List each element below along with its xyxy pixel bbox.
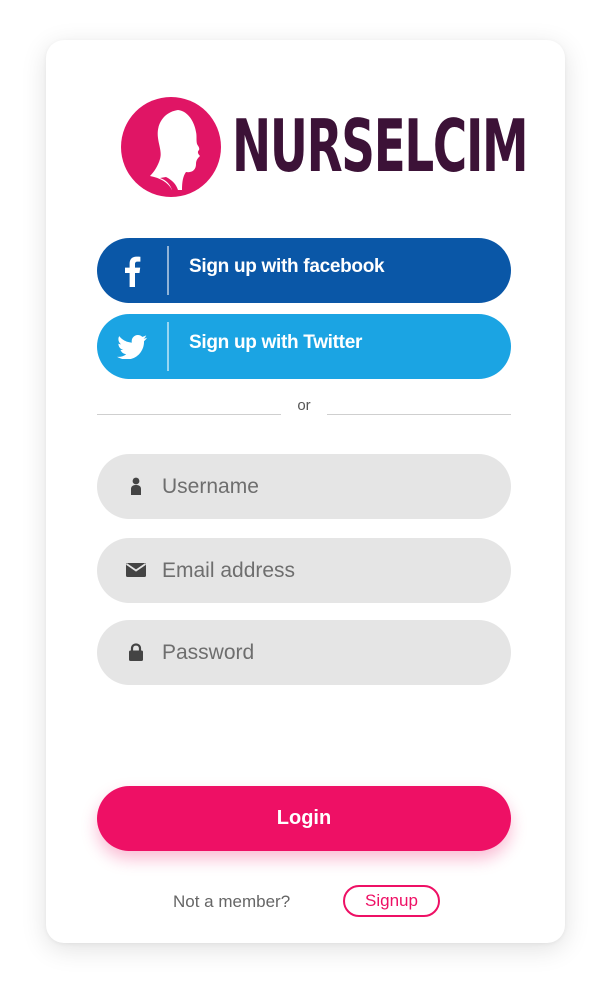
- divider-text: or: [297, 397, 311, 414]
- facebook-icon: [97, 238, 167, 303]
- password-input[interactable]: [162, 620, 492, 685]
- email-input[interactable]: [162, 538, 492, 603]
- lock-icon: [125, 641, 147, 663]
- or-divider: or: [97, 396, 511, 418]
- brand-logo: NURSELCIM: [120, 96, 529, 198]
- signup-footer: Not a member? Signup: [0, 884, 610, 920]
- signup-button[interactable]: Signup: [343, 885, 440, 917]
- facebook-signup-label: Sign up with facebook: [189, 256, 385, 277]
- twitter-icon: [97, 314, 167, 379]
- password-field: [97, 620, 511, 685]
- email-field: [97, 538, 511, 603]
- button-separator: [167, 322, 169, 371]
- brand-name: NURSELCIM: [232, 104, 529, 188]
- button-separator: [167, 246, 169, 295]
- divider-line-left: [97, 414, 281, 415]
- login-button[interactable]: Login: [97, 786, 511, 851]
- divider-line-right: [327, 414, 511, 415]
- twitter-signup-label: Sign up with Twitter: [189, 332, 363, 353]
- not-member-text: Not a member?: [173, 892, 291, 911]
- envelope-icon: [125, 559, 147, 581]
- facebook-signup-button[interactable]: Sign up with facebook: [97, 238, 511, 303]
- username-field: [97, 454, 511, 519]
- username-input[interactable]: [162, 454, 492, 519]
- woman-profile-icon: [121, 97, 221, 197]
- twitter-signup-button[interactable]: Sign up with Twitter: [97, 314, 511, 379]
- user-icon: [125, 475, 147, 497]
